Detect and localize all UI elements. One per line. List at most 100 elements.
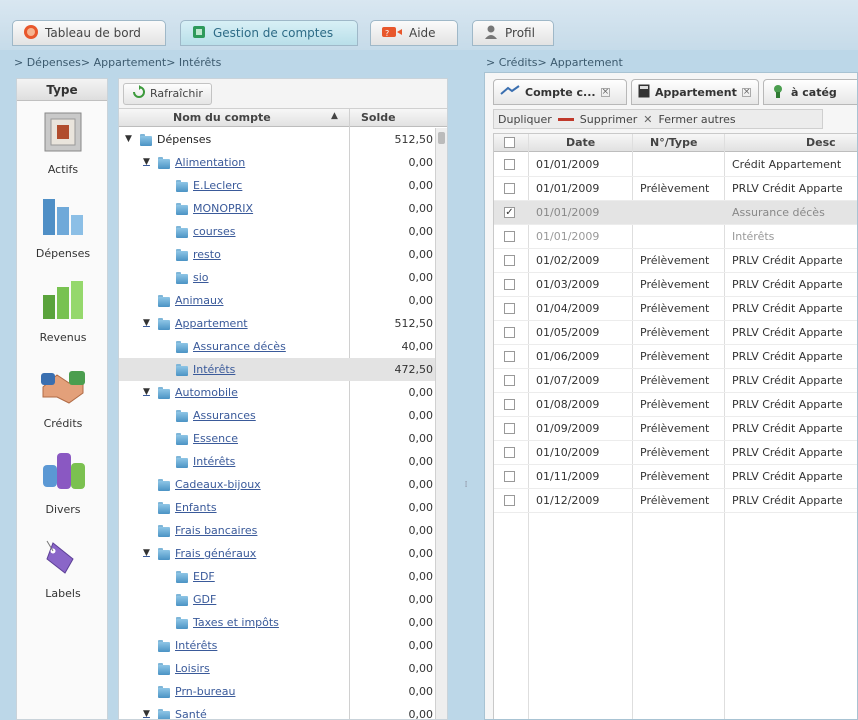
- tree-row[interactable]: ▼ Alimentation 0,00: [119, 151, 437, 174]
- tree-row-label[interactable]: Frais bancaires: [143, 519, 257, 542]
- tree-row-label[interactable]: ▼ Automobile: [143, 381, 238, 404]
- delete-button[interactable]: Supprimer: [580, 113, 638, 126]
- tab-a-categoriser[interactable]: à catég: [763, 79, 857, 105]
- row-checkbox[interactable]: [504, 423, 515, 434]
- tree-row[interactable]: Frais bancaires 0,00: [119, 519, 437, 542]
- expand-arrow-icon[interactable]: ▼: [143, 542, 153, 565]
- type-item-labels[interactable]: Labels: [17, 533, 109, 600]
- duplicate-button[interactable]: Dupliquer: [498, 113, 552, 126]
- close-others-button[interactable]: Fermer autres: [659, 113, 736, 126]
- transaction-row[interactable]: 01/01/2009 Crédit Appartement: [494, 153, 857, 177]
- tree-row-label[interactable]: ▼ Alimentation: [143, 151, 245, 174]
- tree-row-label[interactable]: sio: [161, 266, 209, 289]
- tree-row[interactable]: Intérêts 0,00: [119, 634, 437, 657]
- row-checkbox[interactable]: [504, 471, 515, 482]
- tree-row-label[interactable]: EDF: [161, 565, 215, 588]
- left-breadcrumb[interactable]: > Dépenses> Appartement> Intérêts: [14, 56, 454, 74]
- row-checkbox[interactable]: ✓: [504, 207, 515, 218]
- tree-row[interactable]: Taxes et impôts 0,00: [119, 611, 437, 634]
- column-header-date[interactable]: Date: [566, 136, 595, 149]
- tree-row-label[interactable]: Assurances: [161, 404, 256, 427]
- row-checkbox[interactable]: [504, 327, 515, 338]
- tree-scrollbar[interactable]: [435, 128, 447, 719]
- tab-gestion-de-comptes[interactable]: Gestion de comptes: [180, 20, 358, 46]
- tree-row[interactable]: Cadeaux-bijoux 0,00: [119, 473, 437, 496]
- expand-arrow-icon[interactable]: ▼: [125, 128, 135, 151]
- tree-row[interactable]: ▼ Dépenses 512,50: [119, 128, 437, 151]
- tree-row[interactable]: Animaux 0,00: [119, 289, 437, 312]
- tree-row[interactable]: courses 0,00: [119, 220, 437, 243]
- tree-row[interactable]: Intérêts 472,50: [119, 358, 437, 381]
- row-checkbox[interactable]: [504, 303, 515, 314]
- tree-row[interactable]: ▼ Automobile 0,00: [119, 381, 437, 404]
- close-tab-icon[interactable]: ×: [741, 87, 751, 97]
- scroll-thumb[interactable]: [438, 132, 445, 144]
- tree-row-label[interactable]: ▼ Dépenses: [125, 128, 211, 151]
- tree-row-label[interactable]: Loisirs: [143, 657, 210, 680]
- transaction-row[interactable]: 01/09/2009 Prélèvement PRLV Crédit Apparte: [494, 417, 857, 441]
- tree-row[interactable]: ▼ Santé 0,00: [119, 703, 437, 719]
- tree-row-label[interactable]: ▼ Frais généraux: [143, 542, 256, 565]
- tab-tableau-de-bord[interactable]: Tableau de bord: [12, 20, 166, 46]
- row-checkbox[interactable]: [504, 183, 515, 194]
- transaction-row[interactable]: 01/06/2009 Prélèvement PRLV Crédit Apparte: [494, 345, 857, 369]
- tree-row-label[interactable]: Taxes et impôts: [161, 611, 279, 634]
- transaction-row[interactable]: 01/04/2009 Prélèvement PRLV Crédit Apparte: [494, 297, 857, 321]
- row-checkbox[interactable]: [504, 399, 515, 410]
- tree-row-label[interactable]: courses: [161, 220, 236, 243]
- tree-row[interactable]: E.Leclerc 0,00: [119, 174, 437, 197]
- select-all-checkbox[interactable]: [504, 137, 515, 148]
- tab-compte-courant[interactable]: Compte c... ×: [493, 79, 627, 105]
- transaction-row[interactable]: 01/11/2009 Prélèvement PRLV Crédit Apparte: [494, 465, 857, 489]
- tab-aide[interactable]: ? Aide: [370, 20, 458, 46]
- transaction-row[interactable]: 01/01/2009 Intérêts: [494, 225, 857, 249]
- transaction-row[interactable]: 01/08/2009 Prélèvement PRLV Crédit Apparte: [494, 393, 857, 417]
- column-header-type[interactable]: N°/Type: [650, 136, 697, 149]
- transaction-row[interactable]: 01/03/2009 Prélèvement PRLV Crédit Apparte: [494, 273, 857, 297]
- tree-row[interactable]: EDF 0,00: [119, 565, 437, 588]
- row-checkbox[interactable]: [504, 351, 515, 362]
- tree-row-label[interactable]: Intérêts: [143, 634, 217, 657]
- splitter-handle[interactable]: ⁞: [462, 480, 470, 494]
- column-header-name[interactable]: Nom du compte: [173, 111, 271, 124]
- tree-row[interactable]: Loisirs 0,00: [119, 657, 437, 680]
- tree-row[interactable]: Essence 0,00: [119, 427, 437, 450]
- tree-row-label[interactable]: Intérêts: [161, 450, 235, 473]
- tree-row-label[interactable]: resto: [161, 243, 221, 266]
- tree-row[interactable]: Enfants 0,00: [119, 496, 437, 519]
- type-item-divers[interactable]: Divers: [17, 449, 109, 516]
- tree-row-label[interactable]: ▼ Appartement: [143, 312, 248, 335]
- tab-appartement[interactable]: Appartement ×: [631, 79, 759, 105]
- tree-row-label[interactable]: Intérêts: [161, 358, 235, 381]
- tree-row-label[interactable]: Prn-bureau: [143, 680, 235, 703]
- tree-row[interactable]: resto 0,00: [119, 243, 437, 266]
- tree-row[interactable]: Intérêts 0,00: [119, 450, 437, 473]
- row-checkbox[interactable]: [504, 159, 515, 170]
- tree-row[interactable]: Assurances 0,00: [119, 404, 437, 427]
- tree-row[interactable]: Assurance décès 40,00: [119, 335, 437, 358]
- close-tab-icon[interactable]: ×: [600, 87, 610, 97]
- tree-row[interactable]: sio 0,00: [119, 266, 437, 289]
- transaction-row[interactable]: 01/02/2009 Prélèvement PRLV Crédit Apparte: [494, 249, 857, 273]
- row-checkbox[interactable]: [504, 447, 515, 458]
- row-checkbox[interactable]: [504, 495, 515, 506]
- transaction-row[interactable]: 01/12/2009 Prélèvement PRLV Crédit Apparte: [494, 489, 857, 513]
- tree-row-label[interactable]: Cadeaux-bijoux: [143, 473, 261, 496]
- transaction-row[interactable]: ✓ 01/01/2009 Assurance décès: [494, 201, 857, 225]
- row-checkbox[interactable]: [504, 231, 515, 242]
- tree-row-label[interactable]: Animaux: [143, 289, 224, 312]
- tree-row[interactable]: GDF 0,00: [119, 588, 437, 611]
- type-item-revenus[interactable]: Revenus: [17, 277, 109, 344]
- tab-profil[interactable]: Profil: [472, 20, 554, 46]
- tree-row[interactable]: ▼ Appartement 512,50: [119, 312, 437, 335]
- expand-arrow-icon[interactable]: ▼: [143, 312, 153, 335]
- expand-arrow-icon[interactable]: ▼: [143, 151, 153, 174]
- tree-row-label[interactable]: Assurance décès: [161, 335, 286, 358]
- type-item-credits[interactable]: Crédits: [17, 363, 109, 430]
- transaction-row[interactable]: 01/07/2009 Prélèvement PRLV Crédit Apparte: [494, 369, 857, 393]
- expand-arrow-icon[interactable]: ▼: [143, 381, 153, 404]
- row-checkbox[interactable]: [504, 279, 515, 290]
- refresh-button[interactable]: Rafraîchir: [123, 82, 212, 105]
- transaction-row[interactable]: 01/01/2009 Prélèvement PRLV Crédit Apparte: [494, 177, 857, 201]
- tree-row-label[interactable]: GDF: [161, 588, 216, 611]
